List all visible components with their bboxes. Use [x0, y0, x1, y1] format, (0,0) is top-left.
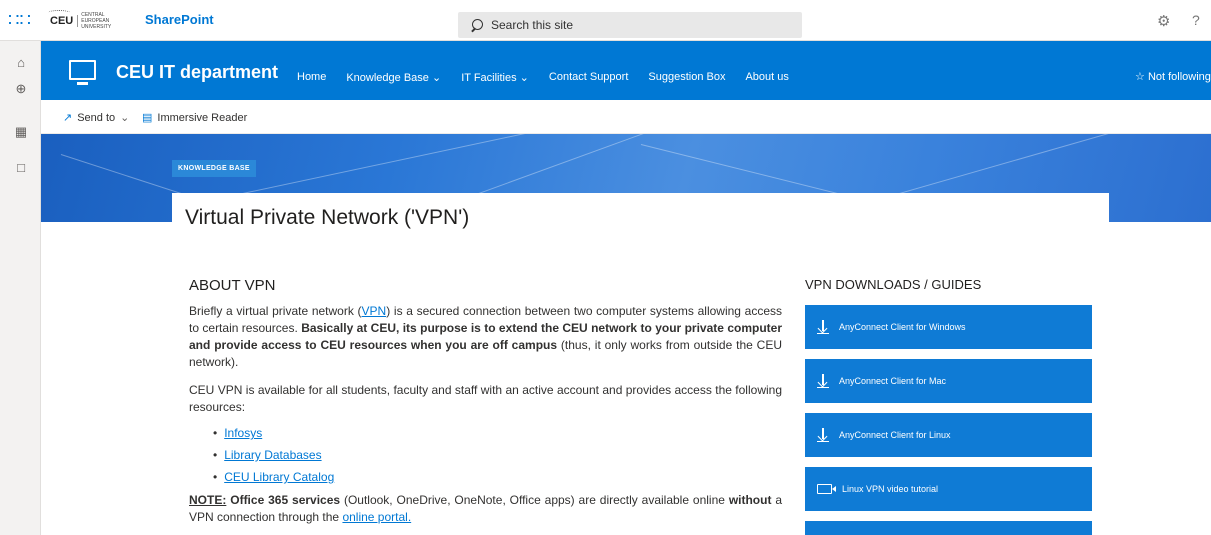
- left-rail: ⌂ ⊕ ▦ □: [0, 41, 41, 535]
- resource-list: Infosys Library Databases CEU Library Ca…: [213, 422, 334, 488]
- help-icon[interactable]: ?: [1192, 12, 1200, 28]
- site-nav: Home Knowledge Base ⌄ IT Facilities ⌄ Co…: [297, 71, 789, 84]
- search-box[interactable]: Search this site: [458, 12, 802, 38]
- monitor-icon[interactable]: [69, 60, 96, 85]
- file-icon[interactable]: □: [13, 160, 29, 176]
- follow-button[interactable]: ☆ Not following: [1135, 70, 1211, 83]
- resource-link-library-databases[interactable]: Library Databases: [224, 448, 321, 462]
- nav-item-suggestion-box[interactable]: Suggestion Box: [648, 71, 725, 84]
- nav-item-contact-support[interactable]: Contact Support: [549, 71, 629, 84]
- download-windows-button[interactable]: AnyConnect Client for Windows: [805, 305, 1092, 349]
- gear-icon[interactable]: ⚙: [1157, 12, 1170, 30]
- resource-link-library-catalog[interactable]: CEU Library Catalog: [224, 470, 334, 484]
- download-guide-button[interactable]: [805, 521, 1092, 535]
- app-launcher-icon[interactable]: ∷∷: [8, 10, 31, 30]
- app-name-link[interactable]: SharePoint: [145, 12, 214, 27]
- resource-link-infosys[interactable]: Infosys: [224, 426, 262, 440]
- download-icon: [817, 428, 829, 442]
- search-input[interactable]: Search this site: [491, 18, 573, 32]
- nav-item-home[interactable]: Home: [297, 71, 326, 84]
- ceu-logo[interactable]: CEU CENTRAL EUROPEAN UNIVERSITY: [47, 6, 120, 36]
- linux-video-tutorial-button[interactable]: Linux VPN video tutorial: [805, 467, 1092, 511]
- video-icon: [817, 484, 836, 494]
- share-icon: ↗: [63, 112, 73, 124]
- immersive-reader-button[interactable]: ▤ Immersive Reader: [142, 111, 247, 125]
- about-paragraph-1: Briefly a virtual private network (VPN) …: [189, 304, 782, 369]
- logo-name: CENTRAL EUROPEAN UNIVERSITY: [81, 12, 112, 30]
- download-icon: [817, 320, 829, 334]
- online-portal-link[interactable]: online portal.: [342, 510, 411, 524]
- download-mac-button[interactable]: AnyConnect Client for Mac: [805, 359, 1092, 403]
- logo-abbr: CEU: [47, 10, 79, 27]
- list-item: Library Databases: [213, 444, 334, 466]
- command-bar: ↗ Send to ⌄ ▤ Immersive Reader: [41, 100, 1211, 134]
- send-to-button[interactable]: ↗ Send to ⌄: [63, 111, 130, 125]
- nav-item-about-us[interactable]: About us: [745, 71, 788, 84]
- news-icon[interactable]: ▦: [13, 124, 29, 140]
- suite-bar: ∷∷ CEU CENTRAL EUROPEAN UNIVERSITY Share…: [0, 0, 1211, 41]
- about-paragraph-2: CEU VPN is available for all students, f…: [189, 383, 782, 414]
- download-linux-button[interactable]: AnyConnect Client for Linux: [805, 413, 1092, 457]
- download-icon: [817, 374, 829, 388]
- about-heading: ABOUT VPN: [189, 277, 276, 294]
- list-item: CEU Library Catalog: [213, 466, 334, 488]
- note-paragraph: NOTE: Office 365 services (Outlook, OneD…: [189, 493, 783, 524]
- site-header: CEU IT department Home Knowledge Base ⌄ …: [41, 41, 1211, 100]
- chevron-down-icon: ⌄: [431, 72, 442, 84]
- nav-item-knowledge-base[interactable]: Knowledge Base ⌄: [346, 71, 441, 84]
- home-icon[interactable]: ⌂: [13, 55, 29, 71]
- globe-icon[interactable]: ⊕: [13, 81, 29, 97]
- chevron-down-icon: ⌄: [120, 112, 130, 124]
- vpn-link[interactable]: VPN: [362, 304, 387, 318]
- site-title[interactable]: CEU IT department: [116, 62, 278, 83]
- reader-icon: ▤: [142, 112, 153, 124]
- chevron-down-icon: ⌄: [519, 72, 529, 84]
- list-item: Infosys: [213, 422, 334, 444]
- search-icon: [470, 18, 483, 32]
- downloads-heading: VPN DOWNLOADS / GUIDES: [805, 277, 982, 292]
- nav-item-it-facilities[interactable]: IT Facilities ⌄: [461, 71, 529, 84]
- star-icon: ☆: [1135, 71, 1145, 83]
- knowledge-base-tag: KNOWLEDGE BASE: [172, 160, 256, 177]
- page-title: Virtual Private Network ('VPN'): [185, 206, 470, 229]
